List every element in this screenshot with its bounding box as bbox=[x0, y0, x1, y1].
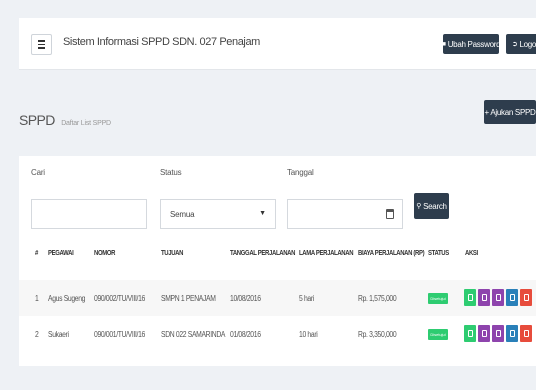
cell-nomor: 090/001/TU/VIII/16 bbox=[94, 330, 145, 339]
calendar-icon bbox=[386, 209, 394, 219]
delete-button[interactable] bbox=[520, 325, 532, 342]
page-subtitle: Daftar List SPPD bbox=[61, 120, 111, 127]
cell-tanggal: 10/08/2016 bbox=[230, 294, 261, 303]
status-label: Status bbox=[160, 168, 182, 177]
add-sppd-button[interactable]: + Ajukan SPPD bbox=[484, 100, 536, 124]
cell-tujuan: SDN 022 SAMARINDA bbox=[161, 330, 226, 339]
lock-icon: ■ bbox=[441, 40, 446, 48]
view-icon bbox=[467, 294, 473, 301]
col-header-lama: LAMA PERJALANAN bbox=[299, 250, 354, 257]
edit-icon bbox=[509, 294, 515, 301]
top-navbar: Sistem Informasi SPPD SDN. 027 Penajam ■… bbox=[19, 18, 536, 70]
col-header-tanggal: TANGGAL PERJALANAN bbox=[230, 250, 296, 257]
logout-button[interactable]: ➲ Logout bbox=[506, 34, 536, 54]
col-header-tujuan: TUJUAN bbox=[161, 250, 184, 257]
date-input[interactable] bbox=[287, 199, 403, 229]
edit-button[interactable] bbox=[506, 289, 518, 306]
table-row: 2 Sukaeri 090/001/TU/VIII/16 SDN 022 SAM… bbox=[19, 316, 536, 352]
status-selected-value: Semua bbox=[170, 210, 195, 219]
cell-pegawai: Sukaeri bbox=[48, 330, 69, 339]
table-row: 1 Agus Sugeng 090/002/TU/VIII/16 SMPN 1 … bbox=[19, 280, 536, 316]
view-button[interactable] bbox=[464, 325, 476, 342]
page-title: SPPD bbox=[19, 112, 55, 128]
change-password-label: Ubah Password bbox=[447, 39, 501, 49]
cell-number: 2 bbox=[35, 330, 39, 339]
search-button[interactable]: ⚲ Search bbox=[414, 193, 449, 219]
print-icon bbox=[495, 294, 501, 301]
print-button[interactable] bbox=[492, 325, 504, 342]
date-label: Tanggal bbox=[287, 168, 314, 177]
cell-pegawai: Agus Sugeng bbox=[48, 294, 86, 303]
logout-icon: ➲ bbox=[511, 41, 518, 48]
print-button[interactable] bbox=[492, 289, 504, 306]
sppd-panel: Cari Status Semua ▼ Tanggal ⚲ Search # P… bbox=[19, 156, 536, 366]
col-header-status: STATUS bbox=[428, 250, 449, 257]
delete-icon bbox=[523, 330, 529, 337]
view-button[interactable] bbox=[464, 289, 476, 306]
cell-biaya: Rp. 1,575,000 bbox=[358, 294, 397, 303]
edit-icon bbox=[509, 330, 515, 337]
search-label: Cari bbox=[31, 168, 45, 177]
col-header-pegawai: PEGAWAI bbox=[48, 250, 74, 257]
cell-lama: 5 hari bbox=[299, 294, 314, 303]
col-header-aksi: AKSI bbox=[465, 250, 478, 257]
view-icon bbox=[467, 330, 473, 337]
file-icon bbox=[481, 330, 487, 337]
col-header-biaya: BIAYA PERJALANAN (RP) bbox=[358, 250, 425, 257]
col-header-nomor: NOMOR bbox=[94, 250, 116, 257]
cell-nomor: 090/002/TU/VIII/16 bbox=[94, 294, 145, 303]
caret-down-icon: ▼ bbox=[259, 210, 266, 217]
cell-tanggal: 01/08/2016 bbox=[230, 330, 261, 339]
search-button-label: Search bbox=[423, 201, 447, 211]
cell-tujuan: SMPN 1 PENAJAM bbox=[161, 294, 216, 303]
delete-icon bbox=[523, 294, 529, 301]
delete-button[interactable] bbox=[520, 289, 532, 306]
cell-lama: 10 hari bbox=[299, 330, 318, 339]
search-icon: ⚲ bbox=[416, 203, 422, 210]
status-select[interactable]: Semua ▼ bbox=[160, 199, 276, 229]
app-title: Sistem Informasi SPPD SDN. 027 Penajam bbox=[63, 36, 260, 48]
cell-number: 1 bbox=[35, 294, 39, 303]
edit-button[interactable] bbox=[506, 325, 518, 342]
status-badge: Disetujui bbox=[428, 329, 448, 340]
search-input[interactable] bbox=[31, 199, 147, 229]
file-button[interactable] bbox=[478, 289, 490, 306]
menu-toggle-icon[interactable] bbox=[31, 34, 52, 55]
logout-label: Logout bbox=[519, 39, 536, 49]
file-icon bbox=[481, 294, 487, 301]
file-button[interactable] bbox=[478, 325, 490, 342]
cell-biaya: Rp. 3,350,000 bbox=[358, 330, 397, 339]
change-password-button[interactable]: ■ Ubah Password bbox=[441, 34, 501, 54]
col-header-number: # bbox=[35, 250, 38, 257]
page-heading: SPPD Daftar List SPPD bbox=[19, 112, 111, 130]
print-icon bbox=[495, 330, 501, 337]
status-badge: Disetujui bbox=[428, 293, 448, 304]
